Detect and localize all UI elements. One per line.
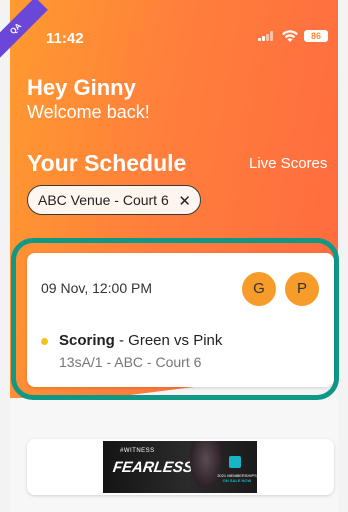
status-dot (41, 338, 48, 345)
venue-filter-chip[interactable]: ABC Venue - Court 6 ✕ (27, 185, 201, 215)
promo-card[interactable]: #WITNESS FEARLESS 2021 MEMBERSHIPS ON SA… (27, 439, 334, 495)
greeting-title: Hey Ginny (27, 75, 136, 100)
greeting: Hey Ginny Welcome back! (27, 75, 150, 123)
wifi-icon (282, 30, 298, 42)
status-bar: QA 11:42 86 (0, 0, 348, 61)
battery-icon: 86 (304, 30, 328, 42)
match-role: Scoring (59, 332, 115, 349)
match-title: Scoring - Green vs Pink (59, 332, 222, 349)
team-avatar-pink: P (285, 272, 319, 306)
match-details: 13sA/1 - ABC - Court 6 (59, 354, 202, 370)
banner-tag: #WITNESS (120, 448, 155, 454)
banner-promo-line2: ON SALE NOW (222, 478, 252, 483)
match-card[interactable]: 09 Nov, 12:00 PM G P Scoring - Green vs … (27, 253, 334, 387)
app-screen: QA 11:42 86 Hey Ginny Welcome back! Your… (0, 0, 348, 512)
left-gutter (0, 0, 10, 512)
banner-promo: 2021 MEMBERSHIPS ON SALE NOW (217, 473, 257, 483)
filter-chip-label: ABC Venue - Court 6 (38, 192, 169, 208)
schedule-title: Your Schedule (27, 150, 187, 176)
right-gutter (338, 0, 348, 512)
player-image (187, 441, 225, 493)
team-avatar-green: G (242, 272, 276, 306)
live-scores-link[interactable]: Live Scores (249, 155, 327, 172)
greeting-subtitle: Welcome back! (27, 102, 150, 122)
match-datetime: 09 Nov, 12:00 PM (41, 280, 153, 296)
team-logo-icon (229, 456, 241, 468)
status-time: 11:42 (46, 30, 84, 47)
banner-headline: FEARLESS (111, 459, 195, 476)
signal-icon (258, 31, 276, 41)
close-icon[interactable]: ✕ (178, 192, 191, 210)
match-teams: - Green vs Pink (114, 332, 223, 349)
promo-banner[interactable]: #WITNESS FEARLESS 2021 MEMBERSHIPS ON SA… (103, 441, 257, 493)
